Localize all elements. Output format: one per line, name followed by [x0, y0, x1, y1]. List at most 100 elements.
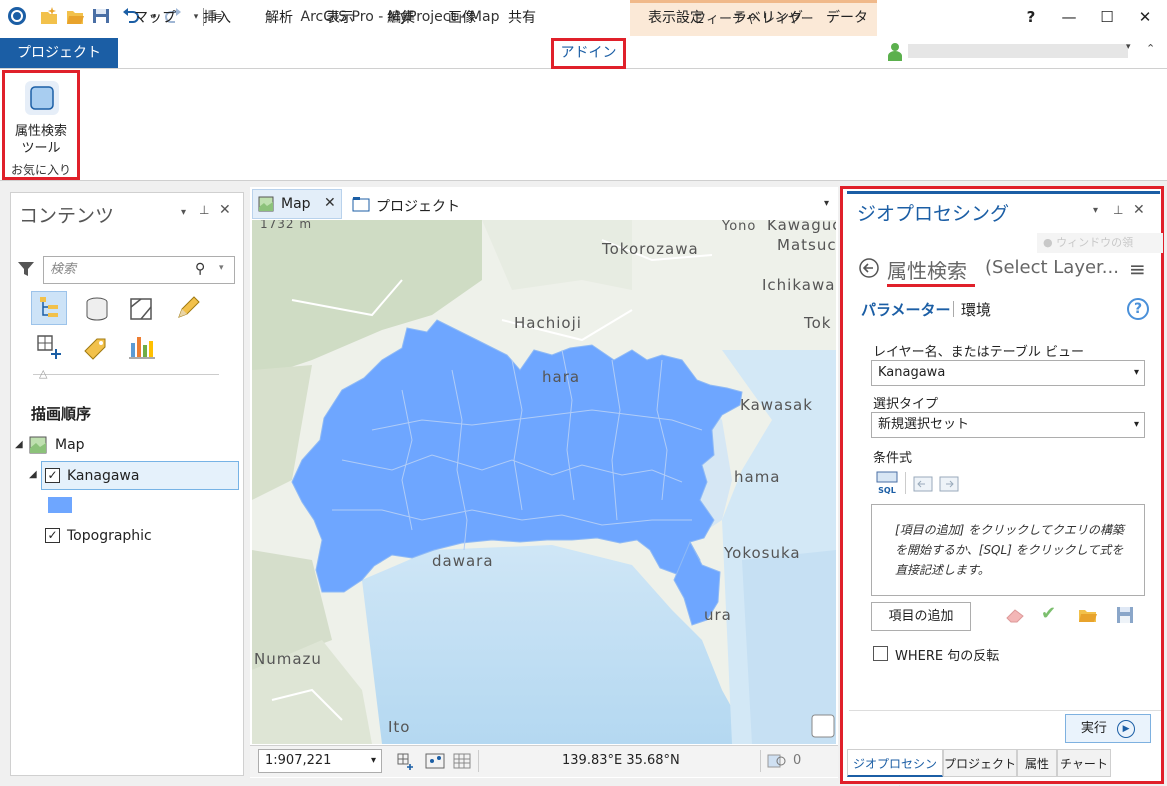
contents-search-input[interactable]: 検索	[43, 256, 235, 284]
minimize-button[interactable]: —	[1054, 6, 1084, 28]
list-by-source-icon[interactable]	[83, 295, 111, 323]
tab-addin[interactable]: アドイン	[551, 38, 626, 69]
map-label-kawasaki: Kawasak	[740, 396, 813, 414]
selected-features-icon[interactable]	[766, 752, 788, 770]
close-button[interactable]: ✕	[1130, 6, 1160, 28]
map-tab-label[interactable]: Map	[281, 196, 311, 212]
list-by-labeling-icon[interactable]	[81, 333, 109, 361]
search-dropdown-icon[interactable]: ▾	[219, 263, 224, 273]
tab-insert[interactable]: 挿入	[188, 4, 246, 32]
verify-check-icon[interactable]: ✔	[1041, 603, 1056, 624]
back-arrow-icon[interactable]	[859, 258, 879, 278]
tab-share[interactable]: 共有	[494, 4, 550, 32]
invert-where-checkbox[interactable]	[873, 646, 888, 661]
map-collapse-icon[interactable]: ◢	[15, 439, 23, 450]
layer-visibility-checkbox-kanagawa[interactable]: ✓	[45, 468, 60, 483]
map-tab-close-icon[interactable]: ✕	[324, 195, 336, 211]
user-icon[interactable]	[887, 42, 903, 62]
user-dropdown-icon[interactable]: ▾	[1126, 42, 1131, 52]
list-by-selection-icon[interactable]	[127, 295, 155, 323]
map-scale-selector[interactable]: 1:907,221 ▾	[258, 749, 382, 773]
pin-icon[interactable]: ⊥	[199, 203, 209, 217]
map-fixed-zoom-icon[interactable]	[396, 752, 416, 770]
map-label-ito: Ito	[388, 718, 410, 736]
scale-dropdown-icon[interactable]: ▾	[371, 750, 376, 772]
geo-close-icon[interactable]: ✕	[1133, 202, 1145, 218]
layer-symbol-swatch[interactable]	[48, 497, 72, 513]
tab-analysis[interactable]: 解析	[250, 4, 308, 32]
tab-imagery[interactable]: 画像	[433, 4, 491, 32]
selection-type-dropdown[interactable]: 新規選択セット ▾	[871, 412, 1145, 438]
list-by-snapping-icon[interactable]	[35, 333, 63, 361]
contents-pane: コンテンツ ▾ ⊥ ✕ 検索 ⚲ ▾ △ 描画順序 ◢ Map ◢ ✓ Kana…	[10, 192, 244, 776]
active-pane-indicator	[847, 191, 1160, 194]
tab-map[interactable]: マップ	[126, 4, 184, 32]
layer-name-kanagawa[interactable]: Kanagawa	[67, 468, 139, 484]
layer-visibility-checkbox-topographic[interactable]: ✓	[45, 528, 60, 543]
project-tab-label[interactable]: プロジェクト	[376, 196, 460, 216]
map-node-label[interactable]: Map	[55, 437, 85, 453]
map-grid-icon[interactable]	[452, 752, 472, 770]
selection-type-dropdown-icon[interactable]: ▾	[1134, 413, 1139, 437]
select-by-attribute-tool-icon[interactable]	[25, 81, 59, 115]
filter-icon[interactable]	[17, 260, 35, 278]
map-navigator-icon	[811, 714, 835, 738]
list-by-editing-icon[interactable]	[173, 295, 201, 323]
expr-next-icon[interactable]	[939, 476, 959, 492]
expr-prev-icon[interactable]	[913, 476, 933, 492]
help-icon[interactable]: ?	[1127, 298, 1149, 320]
geo-options-icon[interactable]: ▾	[1093, 205, 1098, 216]
map-label-hara: hara	[542, 368, 580, 386]
eraser-icon[interactable]	[1005, 605, 1027, 625]
layer-param-value: Kanagawa	[878, 365, 946, 380]
status-divider	[478, 750, 479, 772]
contents-close-icon[interactable]: ✕	[219, 202, 231, 218]
layer-name-topographic[interactable]: Topographic	[67, 528, 152, 544]
view-tabs-dropdown-icon[interactable]: ▾	[824, 198, 829, 209]
search-icon[interactable]: ⚲	[195, 261, 205, 277]
run-button[interactable]: 実行 ▶	[1065, 714, 1151, 743]
tab-appearance[interactable]: 表示設定	[634, 4, 718, 32]
map-canvas[interactable]: 1732 m Tokorozawa Yono Kawaguc Matsuc Ic…	[252, 220, 836, 744]
map-view-pane: Map ✕ プロジェクト ▾ 1732 m Tokorozawa Yono Ka…	[250, 187, 838, 778]
tab-environments[interactable]: 環境	[961, 299, 991, 320]
map-label-scale-text: 1732 m	[260, 220, 312, 231]
layer-param-dropdown-icon[interactable]: ▾	[1134, 361, 1139, 385]
select-by-attribute-tool-button[interactable]: 属性検索 ツール	[5, 123, 77, 157]
selection-type-value: 新規選択セット	[878, 417, 970, 432]
ribbon-collapse-icon[interactable]: ⌃	[1146, 42, 1155, 55]
tool-menu-icon[interactable]: ≡	[1129, 257, 1146, 281]
maximize-button[interactable]: ☐	[1092, 6, 1122, 28]
help-button[interactable]: ?	[1016, 6, 1046, 28]
tab-data[interactable]: データ	[818, 4, 876, 32]
list-by-charts-icon[interactable]	[127, 333, 157, 361]
bottom-tab-project[interactable]: プロジェクト	[943, 749, 1017, 777]
signed-in-user-field[interactable]	[908, 44, 1128, 58]
contents-options-icon[interactable]: ▾	[181, 207, 186, 218]
bottom-tab-geoprocessing[interactable]: ジオプロセシング	[847, 749, 943, 786]
bottom-tab-chart[interactable]: チャート	[1057, 749, 1111, 777]
layer-param-dropdown[interactable]: Kanagawa ▾	[871, 360, 1145, 386]
tab-project[interactable]: プロジェクト	[0, 38, 118, 68]
open-expression-icon[interactable]	[1077, 605, 1099, 625]
map-snapping-icon[interactable]	[424, 752, 446, 770]
tab-parameters[interactable]: パラメーター	[861, 299, 951, 320]
map-icon	[29, 436, 47, 454]
geo-pin-icon[interactable]: ⊥	[1113, 203, 1123, 217]
contents-title: コンテンツ	[19, 205, 115, 227]
tab-labeling[interactable]: ラベリング	[722, 4, 814, 32]
sql-toggle-label: SQL	[878, 486, 896, 495]
arcgis-pro-window: ▾ ▾ ≡ ArcGIS Pro - MyProject - Map フィーチャ…	[0, 0, 1167, 786]
add-clause-button[interactable]: 項目の追加	[871, 602, 971, 631]
layer-collapse-icon[interactable]: ◢	[29, 469, 37, 480]
save-expression-icon[interactable]	[1115, 605, 1135, 625]
invert-where-label[interactable]: WHERE 句の反転	[895, 645, 999, 664]
run-button-label: 実行	[1080, 721, 1107, 736]
list-by-drawing-order-icon[interactable]	[31, 291, 67, 325]
bottom-tab-attributes[interactable]: 属性	[1017, 749, 1057, 777]
tab-view[interactable]: 表示	[311, 4, 369, 32]
sql-toggle-icon[interactable]: SQL	[875, 471, 899, 495]
expr-toolbar-divider	[905, 472, 906, 494]
tab-edit[interactable]: 編集	[372, 4, 430, 32]
map-label-matsudo: Matsuc	[777, 236, 836, 254]
